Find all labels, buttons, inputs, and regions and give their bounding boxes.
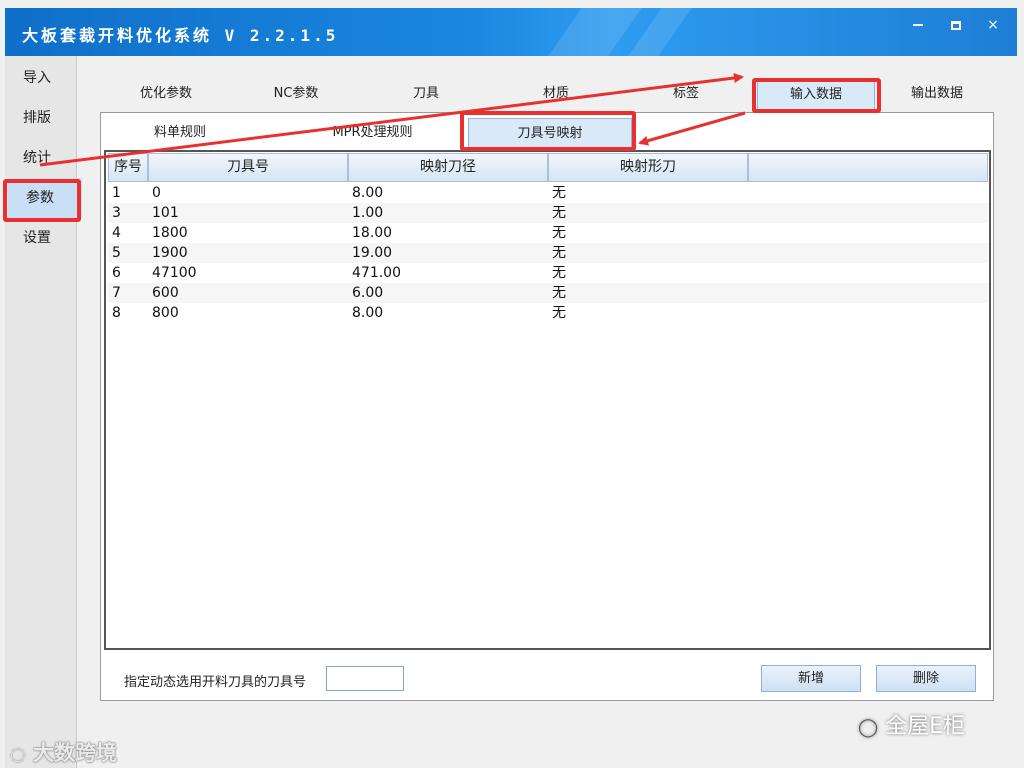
cell-index: 7 — [112, 285, 121, 301]
cell-tool-no: 47100 — [152, 265, 197, 281]
cell-shape-tool: 无 — [552, 285, 566, 301]
tab-nc-params[interactable]: NC参数 — [252, 78, 340, 110]
cell-shape-tool: 无 — [552, 245, 566, 261]
cell-index: 3 — [112, 205, 121, 221]
table-row[interactable]: 4 1800 18.00 无 — [108, 223, 988, 243]
dynamic-tool-input[interactable] — [326, 666, 404, 691]
cell-diameter: 8.00 — [352, 305, 384, 321]
app-title: 大板套裁开料优化系统 V 2.2.1.5 — [22, 26, 339, 45]
minimize-button[interactable] — [903, 14, 933, 36]
add-button[interactable]: 新增 — [761, 665, 861, 692]
tab-tools[interactable]: 刀具 — [382, 78, 470, 110]
cell-diameter: 6.00 — [352, 285, 384, 301]
table-row[interactable]: 5 1900 19.00 无 — [108, 243, 988, 263]
wechat-icon: ◯ — [858, 717, 879, 738]
cell-diameter: 1.00 — [352, 205, 384, 221]
watermark-logo-icon: ◌ — [10, 744, 26, 765]
table-row[interactable]: 3 101 1.00 无 — [108, 203, 988, 223]
cell-tool-no: 600 — [152, 285, 179, 301]
tab-optimize-params[interactable]: 优化参数 — [122, 78, 210, 110]
table-row[interactable]: 6 47100 471.00 无 — [108, 263, 988, 283]
app-window: 大板套裁开料优化系统 V 2.2.1.5 × 导入 排版 统计 参数 设置 优化… — [0, 0, 1024, 768]
column-header-empty — [748, 153, 988, 182]
cell-diameter: 18.00 — [352, 225, 393, 241]
watermark-right: ◯ 全屋E柜 — [858, 714, 966, 739]
subtab-order-rules[interactable]: 料单规则 — [130, 118, 230, 148]
subtab-mpr-rules[interactable]: MPR处理规则 — [315, 118, 430, 148]
column-header-mapped-shape-tool[interactable]: 映射形刀 — [548, 153, 748, 182]
maximize-icon — [951, 20, 961, 30]
sidebar: 导入 排版 统计 参数 设置 — [5, 56, 82, 768]
table-row[interactable]: 8 800 8.00 无 — [108, 303, 988, 323]
cell-shape-tool: 无 — [552, 225, 566, 241]
column-header-index[interactable]: 序号 — [108, 153, 148, 182]
highlight-box-parameters — [3, 179, 81, 222]
title-bar: 大板套裁开料优化系统 V 2.2.1.5 × — [5, 8, 1017, 56]
cell-shape-tool: 无 — [552, 305, 566, 321]
cell-tool-no: 1900 — [152, 245, 188, 261]
cell-shape-tool: 无 — [552, 185, 566, 201]
cell-diameter: 471.00 — [352, 265, 401, 281]
close-button[interactable]: × — [978, 14, 1008, 36]
table-row[interactable]: 1 0 8.00 无 — [108, 183, 988, 203]
cell-index: 1 — [112, 185, 121, 201]
minimize-icon — [913, 24, 923, 26]
sidebar-item-layout[interactable]: 排版 — [5, 98, 77, 138]
cell-tool-no: 1800 — [152, 225, 188, 241]
cell-index: 4 — [112, 225, 121, 241]
cell-diameter: 8.00 — [352, 185, 384, 201]
cell-index: 6 — [112, 265, 121, 281]
watermark-left: ◌ 大数跨境 — [10, 741, 118, 765]
dynamic-tool-label: 指定动态选用开料刀具的刀具号 — [124, 675, 307, 690]
highlight-box-tool-mapping — [460, 111, 636, 151]
cell-diameter: 19.00 — [352, 245, 393, 261]
highlight-box-input-data — [752, 78, 881, 113]
tab-output-data[interactable]: 输出数据 — [893, 78, 981, 110]
cell-index: 8 — [112, 305, 121, 321]
cell-shape-tool: 无 — [552, 205, 566, 221]
cell-index: 5 — [112, 245, 121, 261]
maximize-button[interactable] — [941, 14, 971, 36]
sidebar-item-import[interactable]: 导入 — [5, 58, 77, 98]
cell-tool-no: 0 — [152, 185, 161, 201]
tab-labels[interactable]: 标签 — [642, 78, 730, 110]
sidebar-item-statistics[interactable]: 统计 — [5, 138, 77, 178]
tool-mapping-table: 序号 刀具号 映射刀径 映射形刀 1 0 8.00 无 3 101 1.00 无… — [104, 150, 991, 650]
tab-material[interactable]: 材质 — [512, 78, 600, 110]
column-header-mapped-diameter[interactable]: 映射刀径 — [348, 153, 548, 182]
table-row[interactable]: 7 600 6.00 无 — [108, 283, 988, 303]
delete-button[interactable]: 删除 — [876, 665, 976, 692]
cell-tool-no: 101 — [152, 205, 179, 221]
cell-tool-no: 800 — [152, 305, 179, 321]
column-header-tool-no[interactable]: 刀具号 — [148, 153, 348, 182]
sidebar-item-settings[interactable]: 设置 — [5, 218, 77, 258]
cell-shape-tool: 无 — [552, 265, 566, 281]
